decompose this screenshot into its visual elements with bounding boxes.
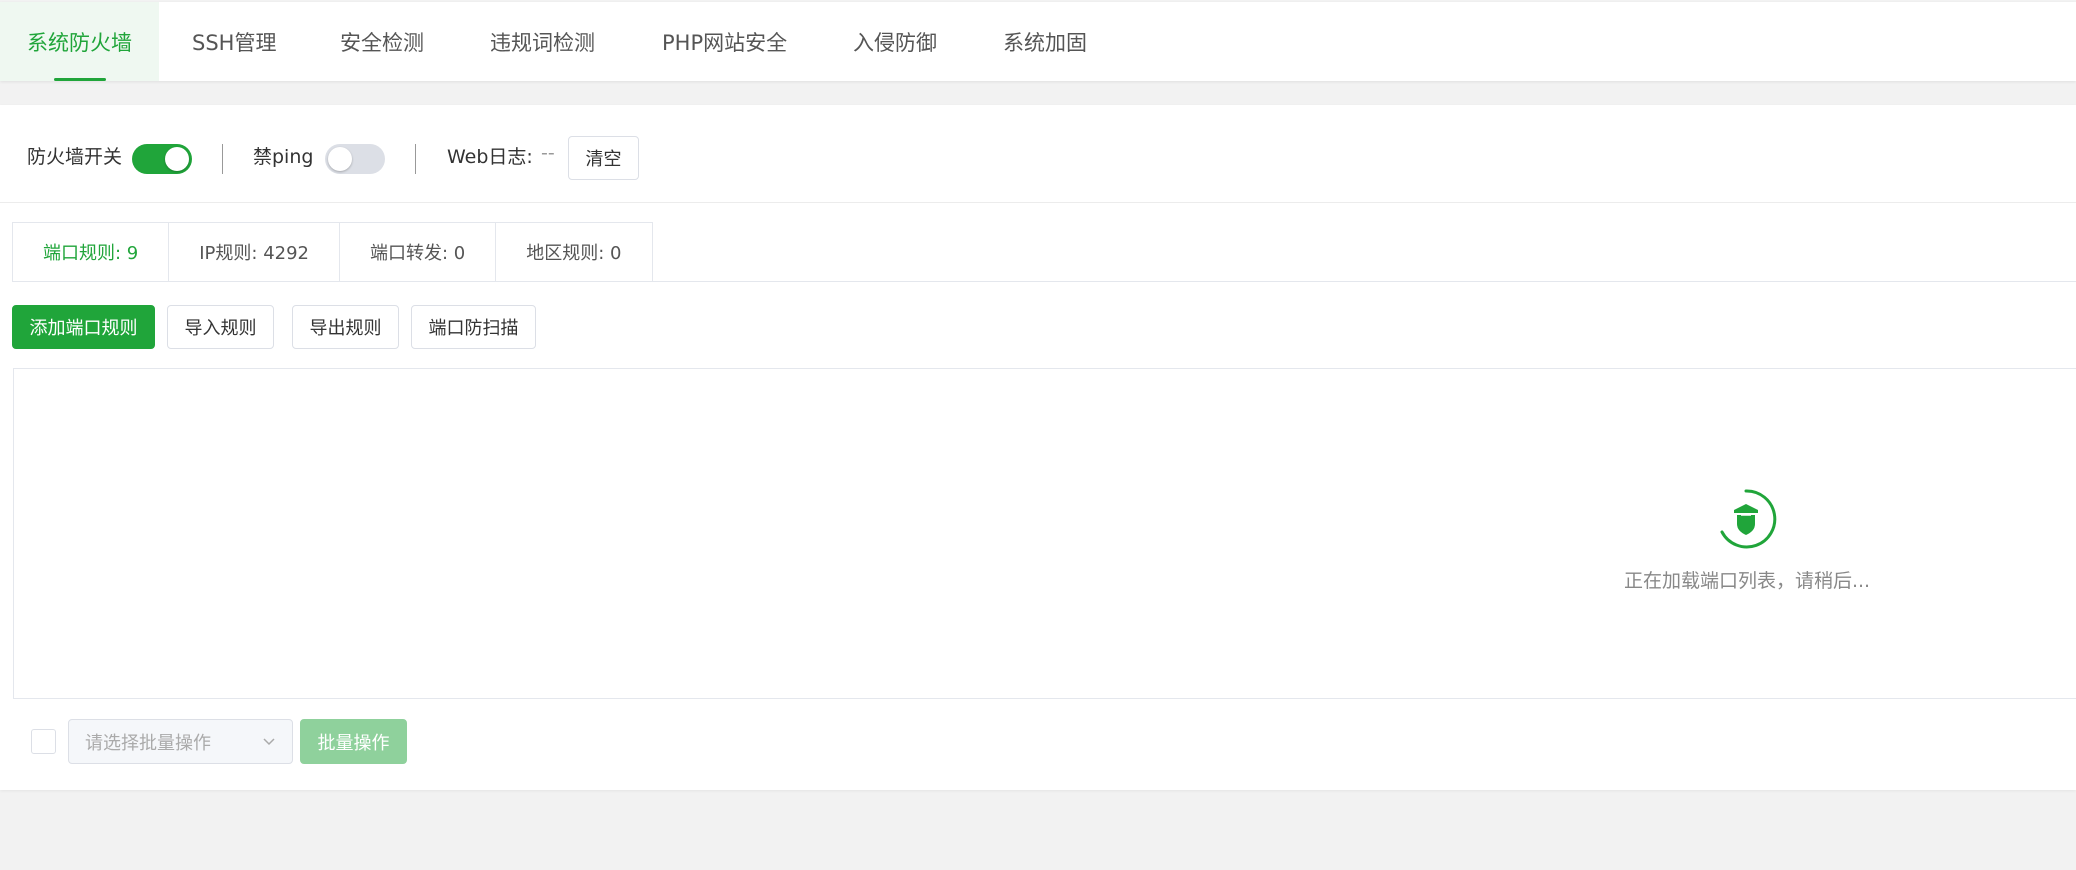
port-rules-table: 正在加载端口列表，请稍后... bbox=[13, 368, 2076, 699]
tab-intrusion-defense[interactable]: 入侵防御 bbox=[853, 2, 937, 81]
tab-label: 端口规则: 9 bbox=[43, 243, 139, 264]
button-label: 添加端口规则 bbox=[29, 318, 138, 339]
firewall-switch-label: 防火墙开关 bbox=[27, 146, 123, 168]
chevron-down-icon bbox=[263, 738, 275, 746]
tab-illegal-words[interactable]: 违规词检测 bbox=[490, 2, 595, 81]
tab-label: SSH管理 bbox=[192, 30, 277, 55]
ping-switch-label: 禁ping bbox=[253, 146, 314, 168]
tab-label: 违规词检测 bbox=[490, 30, 595, 55]
tab-port-forward[interactable]: 端口转发: 0 bbox=[340, 222, 497, 282]
weblog-label: Web日志: bbox=[447, 146, 533, 168]
button-label: 导入规则 bbox=[184, 318, 257, 339]
button-label: 端口防扫描 bbox=[428, 318, 519, 339]
toggle-knob bbox=[165, 147, 189, 171]
import-rules-button[interactable]: 导入规则 bbox=[167, 305, 274, 349]
tab-php-site-security[interactable]: PHP网站安全 bbox=[662, 2, 787, 81]
clear-weblog-button[interactable]: 清空 bbox=[568, 136, 639, 180]
firewall-panel: 防火墙开关 禁ping Web日志: -- 清空 端口规则: 9 IP规则: 4… bbox=[0, 105, 2076, 790]
tab-label: 地区规则: 0 bbox=[526, 243, 622, 264]
tab-label: 入侵防御 bbox=[853, 30, 937, 55]
tab-label: IP规则: 4292 bbox=[199, 243, 310, 264]
select-placeholder: 请选择批量操作 bbox=[85, 732, 211, 754]
tabs-baseline bbox=[12, 281, 2076, 282]
button-label: 清空 bbox=[585, 149, 622, 170]
tab-label: 端口转发: 0 bbox=[370, 243, 466, 264]
tab-security-check[interactable]: 安全检测 bbox=[340, 2, 424, 81]
status-row: 防火墙开关 禁ping Web日志: -- 清空 bbox=[0, 105, 2076, 203]
button-label: 批量操作 bbox=[317, 732, 390, 754]
export-rules-button[interactable]: 导出规则 bbox=[292, 305, 399, 349]
divider bbox=[222, 144, 223, 174]
batch-operation-select[interactable]: 请选择批量操作 bbox=[68, 719, 293, 764]
top-nav: 系统防火墙 SSH管理 安全检测 违规词检测 PHP网站安全 入侵防御 系统加固 bbox=[0, 2, 2076, 81]
tab-ssh[interactable]: SSH管理 bbox=[192, 2, 276, 81]
rule-tabs: 端口规则: 9 IP规则: 4292 端口转发: 0 地区规则: 0 bbox=[12, 222, 653, 282]
tab-label: 系统防火墙 bbox=[27, 30, 132, 55]
loading-text: 正在加载端口列表，请稍后... bbox=[1623, 570, 1871, 592]
tab-system-firewall[interactable]: 系统防火墙 bbox=[0, 2, 159, 81]
button-label: 导出规则 bbox=[309, 318, 382, 339]
port-anti-scan-button[interactable]: 端口防扫描 bbox=[411, 305, 536, 349]
batch-operation-button[interactable]: 批量操作 bbox=[300, 719, 407, 764]
add-port-rule-button[interactable]: 添加端口规则 bbox=[12, 305, 155, 349]
tab-system-hardening[interactable]: 系统加固 bbox=[1003, 2, 1087, 81]
firewall-toggle[interactable] bbox=[132, 144, 192, 174]
tab-ip-rules[interactable]: IP规则: 4292 bbox=[169, 222, 341, 282]
tab-label: 安全检测 bbox=[340, 30, 424, 55]
loading-spinner-icon bbox=[1720, 489, 1777, 549]
divider bbox=[415, 144, 416, 174]
toggle-knob bbox=[328, 147, 352, 171]
select-all-checkbox[interactable] bbox=[31, 729, 56, 754]
ping-toggle[interactable] bbox=[325, 144, 385, 174]
tab-label: PHP网站安全 bbox=[662, 30, 788, 55]
weblog-value: -- bbox=[541, 142, 555, 164]
tab-region-rules[interactable]: 地区规则: 0 bbox=[496, 222, 653, 282]
tab-label: 系统加固 bbox=[1003, 30, 1087, 55]
tab-port-rules[interactable]: 端口规则: 9 bbox=[12, 222, 170, 282]
